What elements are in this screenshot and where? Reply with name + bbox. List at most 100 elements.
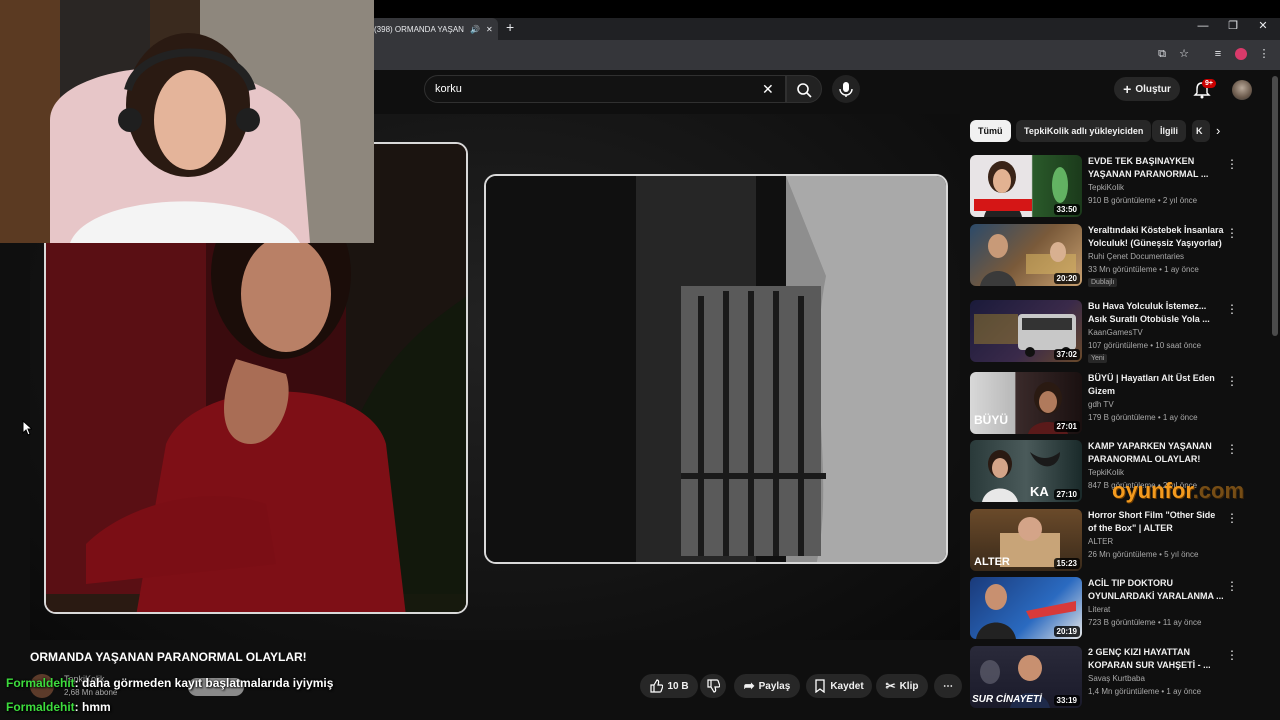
video-title: ORMANDA YAŞANAN PARANORMAL OLAYLAR!	[30, 650, 307, 664]
video-duration: 15:23	[1053, 558, 1080, 569]
account-avatar[interactable]	[1232, 80, 1252, 100]
chevron-right-icon[interactable]: ›	[1216, 123, 1220, 138]
video-title[interactable]: EVDE TEK BAŞINAYKEN YAŞANAN PARANORMAL .…	[1088, 155, 1224, 181]
chip-related[interactable]: İlgili	[1152, 120, 1186, 142]
dubbed-badge: Dublajlı	[1088, 278, 1118, 287]
minimize-button[interactable]: —	[1188, 18, 1218, 36]
search-button[interactable]	[786, 75, 822, 103]
voice-search-button[interactable]	[832, 75, 860, 103]
more-options-icon[interactable]: ⋮	[1226, 648, 1238, 662]
browser-tab[interactable]: (398) ORMANDA YAŞANA 🔊 ✕	[370, 18, 498, 40]
clear-search-icon[interactable]: ✕	[762, 81, 774, 98]
chat-username: Formaldehit	[6, 700, 75, 714]
video-thumbnail[interactable]: ALTER 15:23	[970, 509, 1082, 571]
plus-icon: +	[1123, 81, 1132, 97]
video-meta: 107 görüntüleme • 10 saat önce	[1088, 341, 1202, 350]
channel-name[interactable]: TepkiKolik	[1088, 183, 1124, 192]
video-duration: 20:20	[1053, 273, 1080, 284]
dislike-button[interactable]	[700, 674, 726, 698]
svg-text:SUR CİNAYETİ: SUR CİNAYETİ	[972, 692, 1043, 705]
recommendation-item[interactable]: 37:02 Bu Hava Yolculuk İstemez... Asık S…	[970, 300, 1270, 364]
recommendation-item[interactable]: SUR CİNAYETİ 33:19 2 GENÇ KIZI HAYATTAN …	[970, 646, 1270, 710]
share-button[interactable]: ➦ Paylaş	[734, 674, 800, 698]
svg-text:BÜYÜ: BÜYÜ	[974, 412, 1008, 427]
video-meta: 26 Mn görüntüleme • 5 yıl önce	[1088, 550, 1199, 559]
video-title[interactable]: ACİL TIP DOKTORU OYUNLARDAKİ YARALANMA .…	[1088, 577, 1224, 603]
more-options-icon[interactable]: ⋮	[1226, 579, 1238, 593]
video-meta: 33 Mn görüntüleme • 1 ay önce	[1088, 265, 1199, 274]
video-title[interactable]: 2 GENÇ KIZI HAYATTAN KOPARAN SUR VAHŞETİ…	[1088, 646, 1224, 672]
video-title[interactable]: BÜYÜ | Hayatları Alt Üst Eden Gizem	[1088, 372, 1224, 398]
channel-name[interactable]: TepkiKolik	[1088, 468, 1124, 477]
video-meta: 723 B görüntüleme • 11 ay önce	[1088, 618, 1202, 627]
channel-name[interactable]: Ruhi Çenet Documentaries	[1088, 252, 1184, 261]
chip-all[interactable]: Tümü	[970, 120, 1011, 142]
recommendation-item[interactable]: 20:20 Yeraltındaki Köstebek İnsanlara Yo…	[970, 224, 1270, 288]
video-thumbnail[interactable]: BÜYÜ 27:01	[970, 372, 1082, 434]
more-options-icon[interactable]: ⋮	[1226, 442, 1238, 456]
save-button[interactable]: Kaydet	[806, 674, 872, 698]
like-button[interactable]: 10 B	[640, 674, 698, 698]
microphone-icon	[839, 82, 853, 97]
recommendation-item[interactable]: ALTER 15:23 Horror Short Film "Other Sid…	[970, 509, 1270, 573]
video-thumbnail[interactable]: 33:50	[970, 155, 1082, 217]
chip-from-uploader[interactable]: TepkiKolik adlı yükleyiciden	[1016, 120, 1152, 142]
channel-name[interactable]: gdh TV	[1088, 400, 1114, 409]
streamer-webcam	[0, 0, 374, 243]
close-tab-icon[interactable]: ✕	[486, 25, 493, 34]
watermark-logo: oyunfor.com	[1112, 478, 1244, 504]
recommendation-item[interactable]: 33:50 EVDE TEK BAŞINAYKEN YAŞANAN PARANO…	[970, 155, 1270, 219]
more-options-icon[interactable]: ⋮	[1226, 226, 1238, 240]
channel-name[interactable]: ALTER	[1088, 537, 1113, 546]
channel-name[interactable]: Literat	[1088, 605, 1110, 614]
video-title[interactable]: Yeraltındaki Köstebek İnsanlara Yolculuk…	[1088, 224, 1224, 250]
recommendation-item[interactable]: 20:19 ACİL TIP DOKTORU OYUNLARDAKİ YARAL…	[970, 577, 1270, 641]
sidebar-scrollbar[interactable]	[1272, 76, 1278, 336]
clip-button[interactable]: ✂ Klip	[876, 674, 928, 698]
video-title[interactable]: Bu Hava Yolculuk İstemez... Asık Suratlı…	[1088, 300, 1224, 326]
video-title[interactable]: KAMP YAPARKEN YAŞANAN PARANORMAL OLAYLAR…	[1088, 440, 1224, 466]
video-thumbnail[interactable]: 37:02	[970, 300, 1082, 362]
more-options-icon[interactable]: ⋮	[1226, 374, 1238, 388]
bookmark-icon	[815, 679, 825, 693]
video-thumbnail[interactable]: 20:19	[970, 577, 1082, 639]
recommendation-item[interactable]: BÜYÜ 27:01 BÜYÜ | Hayatları Alt Üst Eden…	[970, 372, 1270, 436]
video-duration: 27:10	[1053, 489, 1080, 500]
chip-more[interactable]: K	[1192, 120, 1210, 142]
watermark-brand: oyunfor	[1112, 478, 1193, 503]
browser-menu-icon[interactable]: ⋮	[1256, 46, 1272, 62]
bookmark-star-icon[interactable]: ☆	[1176, 46, 1192, 62]
video-thumbnail[interactable]: 20:20	[970, 224, 1082, 286]
profile-avatar[interactable]	[1235, 48, 1247, 60]
more-options-icon[interactable]: ⋮	[1226, 157, 1238, 171]
video-duration: 27:01	[1053, 421, 1080, 432]
more-options-icon[interactable]: ⋮	[1226, 302, 1238, 316]
search-query: korku	[435, 83, 462, 95]
video-duration: 20:19	[1053, 626, 1080, 637]
more-options-icon[interactable]: ⋮	[1226, 511, 1238, 525]
search-input[interactable]: korku	[424, 75, 786, 103]
video-meta: 910 B görüntüleme • 2 yıl önce	[1088, 196, 1198, 205]
video-title[interactable]: Horror Short Film "Other Side of the Box…	[1088, 509, 1224, 535]
like-count: 10 B	[667, 680, 689, 692]
more-actions-button[interactable]: ⋯	[934, 674, 962, 698]
mouse-cursor-icon	[22, 420, 32, 436]
video-thumbnail[interactable]: SUR CİNAYETİ 33:19	[970, 646, 1082, 708]
corridor-gate-image	[486, 176, 946, 562]
clip-label: Klip	[899, 680, 919, 692]
channel-name[interactable]: Savaş Kurtbaba	[1088, 674, 1145, 683]
install-app-icon[interactable]: ⧉	[1154, 46, 1170, 62]
address-bar[interactable]	[370, 40, 1280, 70]
speaker-icon[interactable]: 🔊	[470, 25, 480, 34]
video-thumbnail[interactable]: KA 27:10	[970, 440, 1082, 502]
media-controls-icon[interactable]: ≡	[1210, 46, 1226, 62]
thumbs-down-icon	[707, 679, 720, 693]
new-badge: Yeni	[1088, 354, 1108, 363]
channel-name[interactable]: KaanGamesTV	[1088, 328, 1143, 337]
chat-text: : daha görmeden kayıt başlatmalarıda iyi…	[74, 676, 334, 690]
create-button[interactable]: + Oluştur	[1114, 77, 1180, 101]
video-frame-dark-corridor	[484, 174, 948, 564]
restore-button[interactable]: ❐	[1218, 18, 1248, 36]
close-window-button[interactable]: ✕	[1248, 18, 1278, 36]
new-tab-button[interactable]: +	[506, 18, 520, 38]
